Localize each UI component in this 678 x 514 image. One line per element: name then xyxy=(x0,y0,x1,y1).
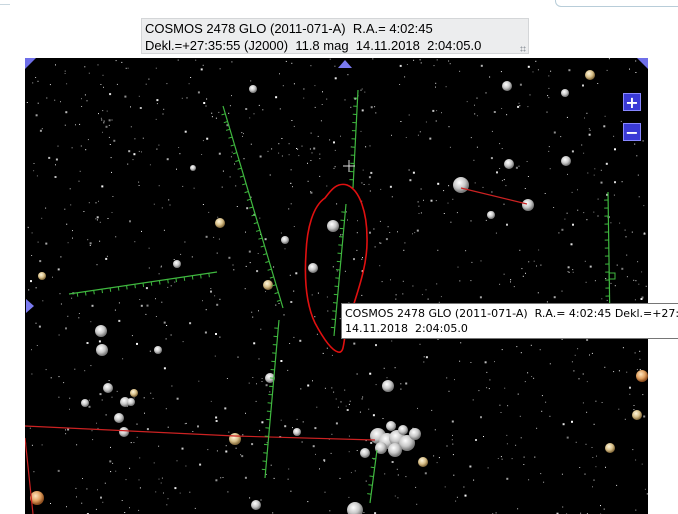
resize-grip-icon[interactable] xyxy=(520,46,526,52)
tooltip-line-1: COSMOS 2478 GLO (2011-071-A) R.A.= 4:02:… xyxy=(345,307,678,320)
window-edge-left xyxy=(0,0,10,5)
zoom-out-button[interactable]: − xyxy=(623,123,641,141)
info-line-1: COSMOS 2478 GLO (2011-071-A) R.A.= 4:02:… xyxy=(145,21,433,36)
sky-chart[interactable]: + − xyxy=(25,58,648,514)
scroll-left-arrow-icon[interactable] xyxy=(26,299,34,313)
scroll-up-arrow-icon[interactable] xyxy=(338,60,352,68)
satellite-tracks xyxy=(68,89,611,504)
track-tick-marks xyxy=(76,97,610,495)
window-edge-right xyxy=(555,0,678,7)
object-info-panel: COSMOS 2478 GLO (2011-071-A) R.A.= 4:02:… xyxy=(141,18,529,54)
corner-marker-top-right xyxy=(637,58,648,69)
crosshair-icon xyxy=(343,160,355,172)
bright-stars xyxy=(30,70,648,514)
tooltip-line-2: 14.11.2018 2:04:05.0 xyxy=(345,322,468,335)
corner-marker-top-left xyxy=(25,58,36,69)
target-marker xyxy=(608,272,616,280)
zoom-in-button[interactable]: + xyxy=(623,93,641,111)
sky-chart-canvas[interactable] xyxy=(25,58,648,514)
info-line-2: Dekl.=+27:35:55 (J2000) 11.8 mag 14.11.2… xyxy=(145,38,482,53)
object-tooltip: COSMOS 2478 GLO (2011-071-A) R.A.= 4:02:… xyxy=(341,303,678,339)
